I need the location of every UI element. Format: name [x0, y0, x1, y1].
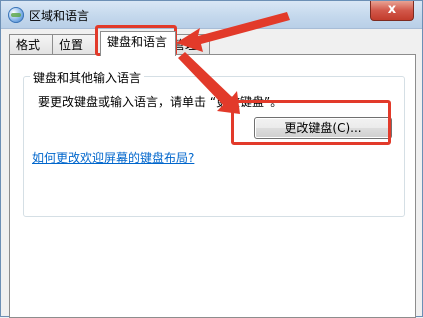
arrow-to-tab-icon	[176, 12, 290, 52]
annotation-arrows	[176, 12, 290, 114]
arrow-to-button-icon	[178, 52, 240, 114]
tab-keyboards-languages[interactable]: 键盘和语言	[100, 31, 176, 56]
